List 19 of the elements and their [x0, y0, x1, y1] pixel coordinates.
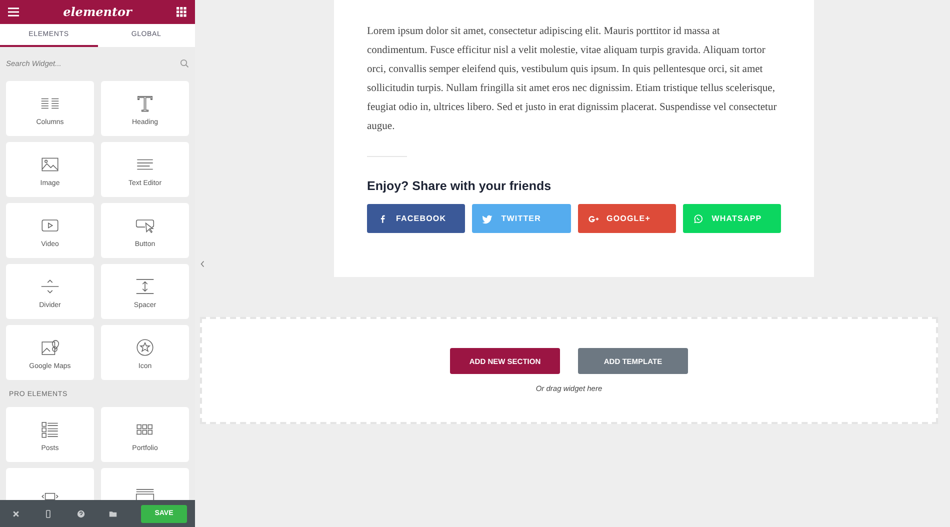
share-heading: Enjoy? Share with your friends	[367, 179, 552, 193]
map-pin-icon	[39, 338, 61, 356]
menu-icon[interactable]	[8, 7, 19, 17]
twitter-icon	[482, 214, 494, 224]
share-button[interactable]: GOOGLE+	[578, 204, 676, 233]
list-icon	[39, 420, 61, 438]
star-circle-icon	[134, 338, 156, 356]
article-paragraph: Lorem ipsum dolor sit amet, consectetur adipiscing elit. Mauris porttitor id massa at condimentum. Fusce efficitur nisl a velit molestie, vitae aliquam turpis gravida. Aliquam tortor orci, convallis semper eleifend quis, vestibulum quis ipsum. In quis pellentesque orci, sit amet sollicitudin turpis. Nullam fringilla sit amet eros nec dignissim. Etiam tristique tellus scelerisque, feugiat odio in, ultrices libero. Sed et justo in erat dignissim placerat. Suspendisse vel consectetur augue.	[367, 25, 778, 134]
close-icon[interactable]	[12, 510, 20, 518]
mobile-icon[interactable]	[44, 510, 52, 518]
spacer-icon	[134, 276, 156, 296]
search-icon	[180, 58, 189, 68]
google-plus-icon	[588, 214, 598, 224]
help-icon[interactable]	[76, 510, 84, 518]
share-button[interactable]: FACEBOOK	[367, 204, 466, 233]
logo: elementor	[63, 5, 132, 19]
apps-grid-icon[interactable]	[176, 7, 187, 17]
whatsapp-icon	[692, 214, 704, 224]
folder-icon[interactable]	[108, 510, 117, 518]
